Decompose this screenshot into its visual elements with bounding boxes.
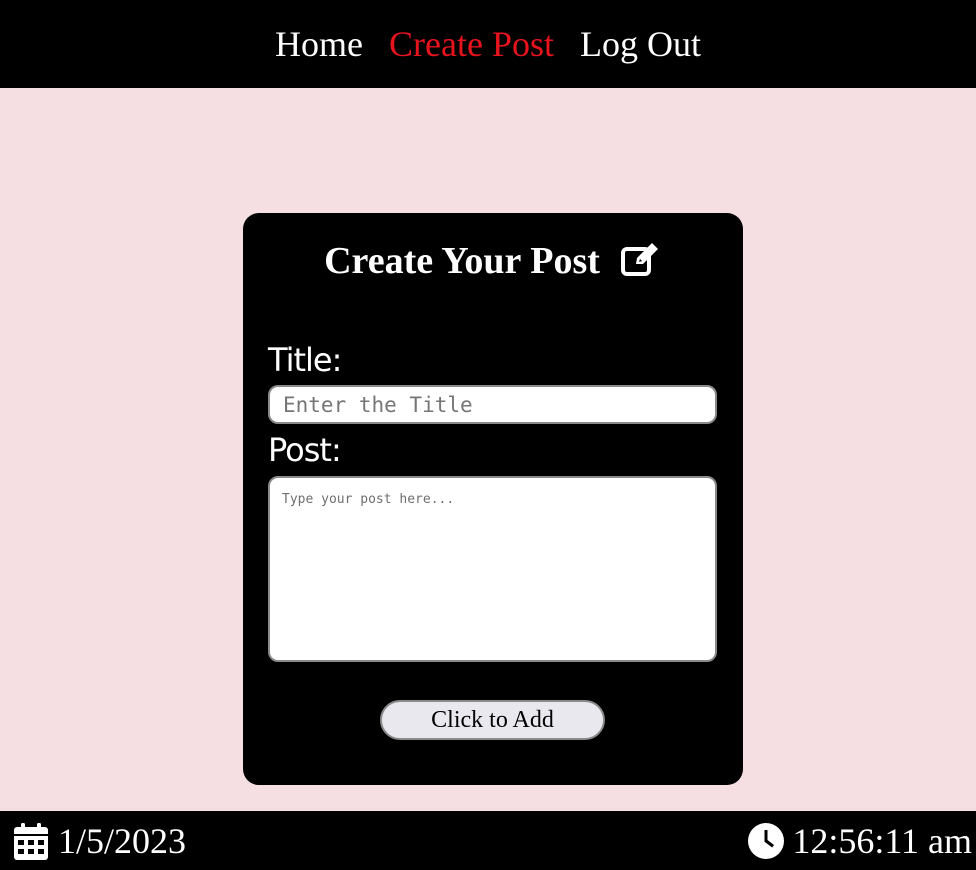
title-label: Title: [268, 341, 342, 379]
clock-icon [748, 822, 785, 859]
create-post-heading: Create Your Post [243, 239, 743, 287]
top-navigation: Home Create Post Log Out [0, 0, 976, 88]
post-textarea[interactable] [268, 476, 717, 662]
nav-link-log-out[interactable]: Log Out [580, 23, 701, 65]
create-post-card: Create Your Post Title: Post: Click to A… [243, 213, 743, 785]
nav-link-create-post[interactable]: Create Post [389, 23, 554, 65]
heading-text: Create Your Post [324, 240, 600, 282]
nav-link-home[interactable]: Home [275, 23, 363, 65]
date-display: 1/5/2023 [14, 811, 186, 870]
post-label: Post: [268, 431, 342, 469]
click-to-add-button[interactable]: Click to Add [380, 700, 605, 740]
edit-icon [620, 241, 662, 287]
time-display: 12:56:11 am [748, 811, 972, 870]
title-input[interactable] [268, 385, 717, 424]
date-text: 1/5/2023 [58, 820, 187, 861]
status-footer: 1/5/2023 12:56:11 am [0, 811, 976, 870]
calendar-icon [14, 822, 48, 860]
time-text: 12:56:11 am [792, 820, 972, 861]
